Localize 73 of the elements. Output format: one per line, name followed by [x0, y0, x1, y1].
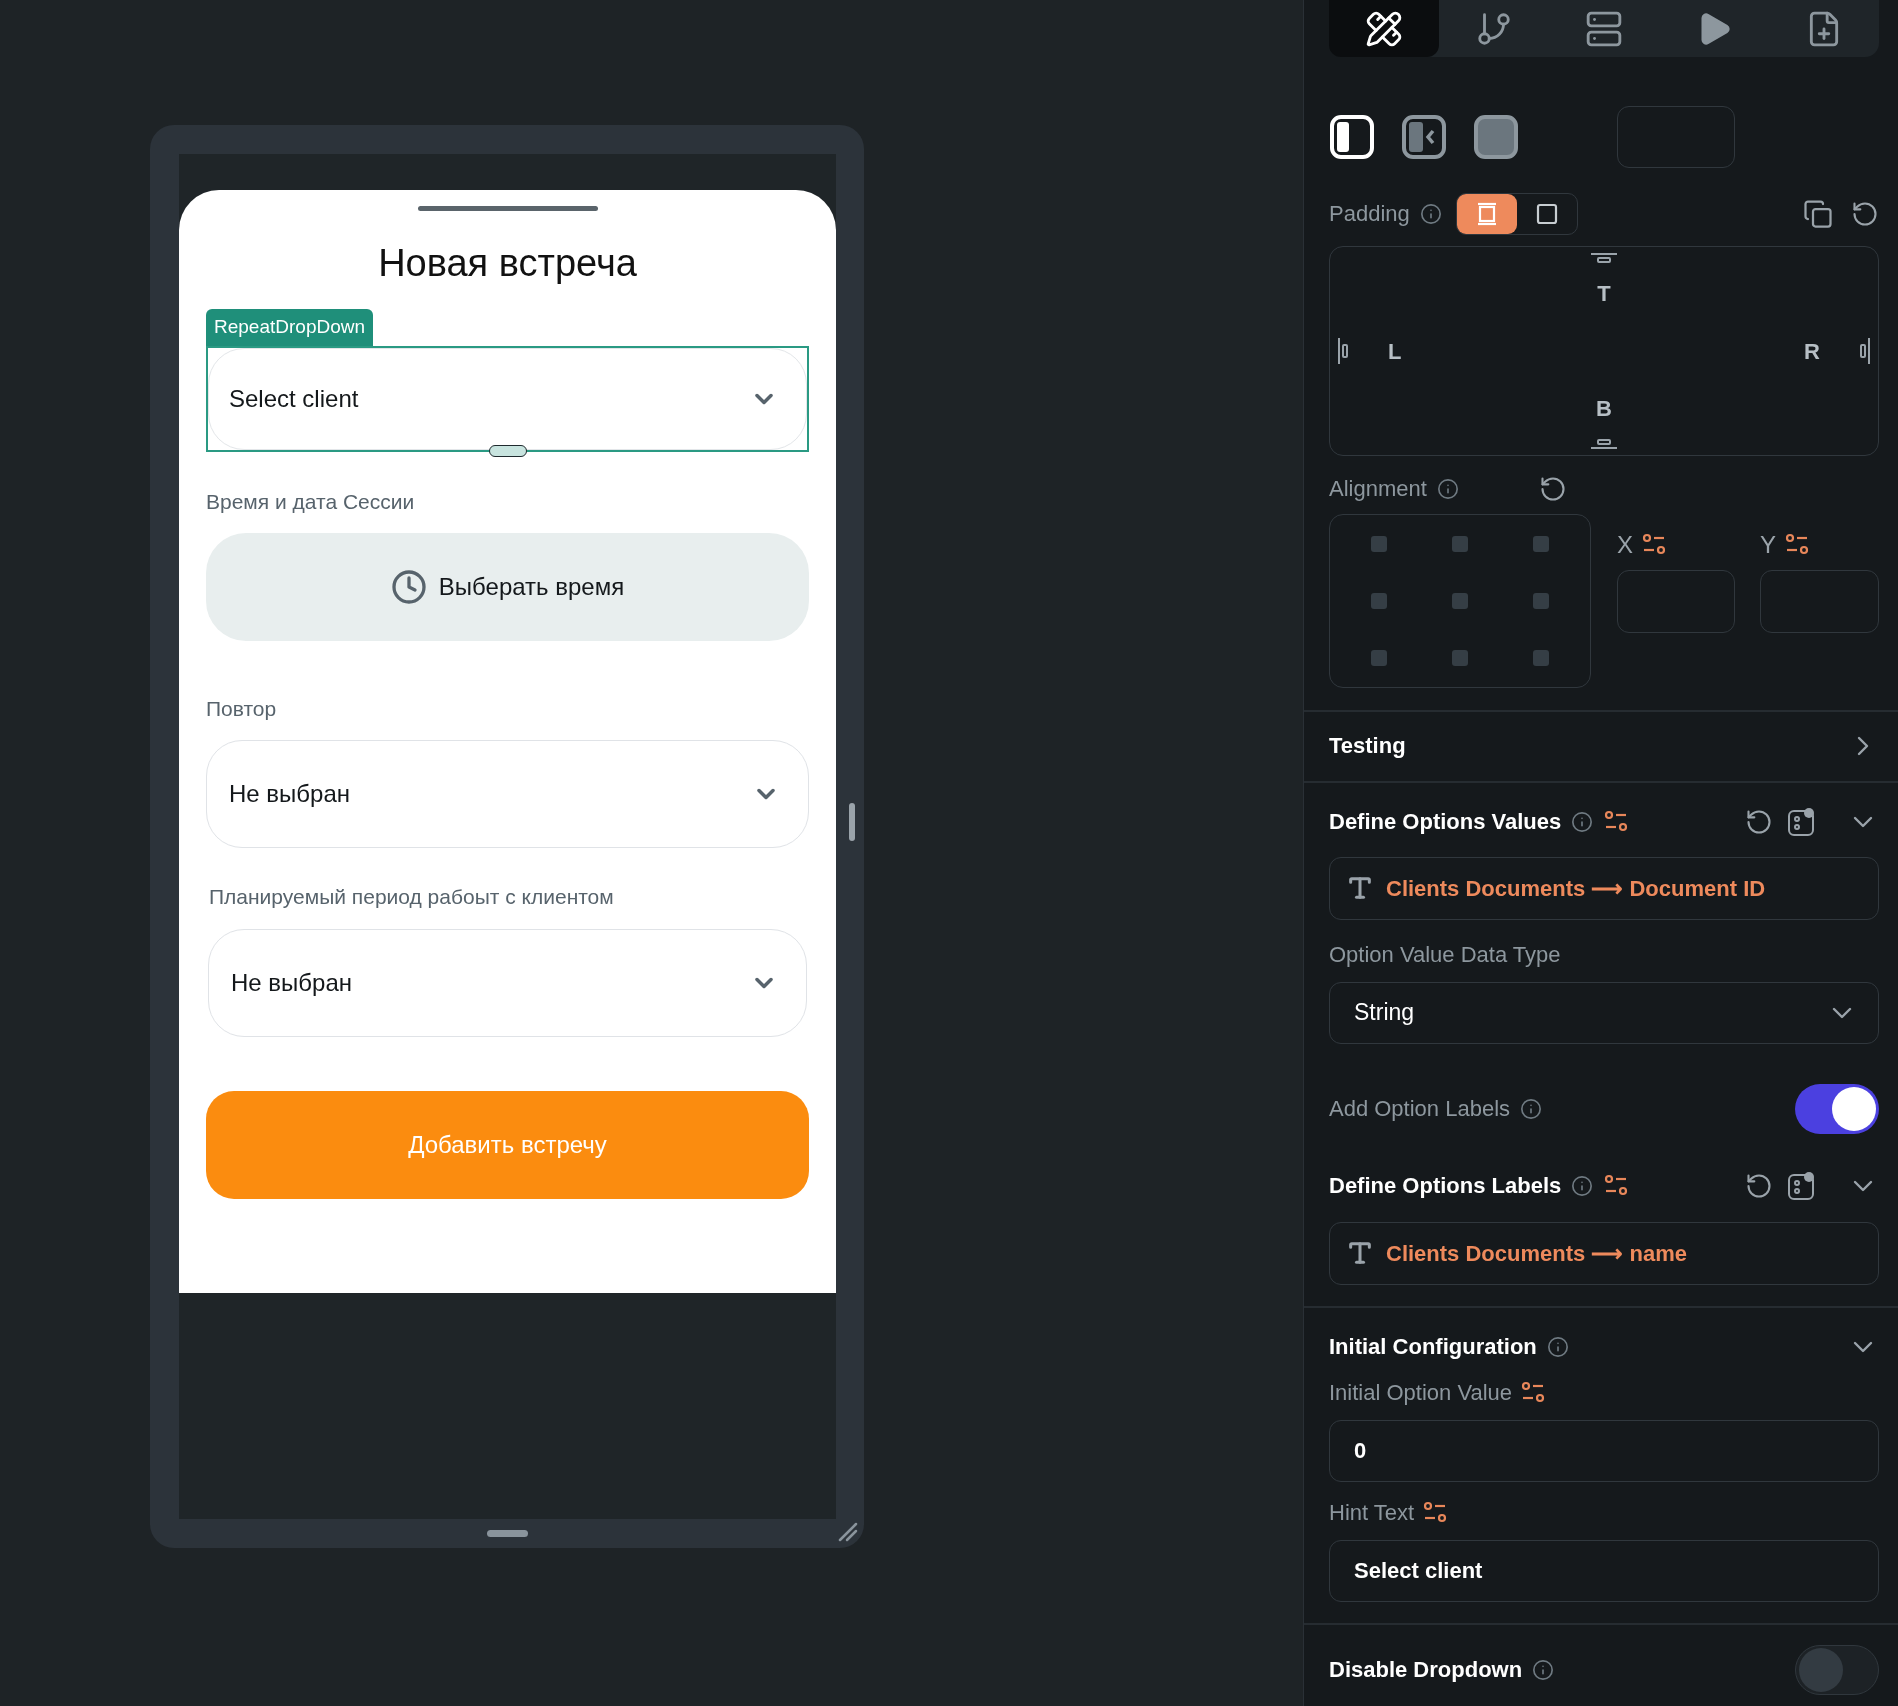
- top-padding-label: T: [1597, 280, 1611, 308]
- section-title[interactable]: Testing: [1329, 732, 1406, 761]
- section-label: Alignment: [1329, 475, 1427, 503]
- time-picker-button[interactable]: Выберать время: [206, 533, 809, 641]
- field-label: Время и дата Сессии: [206, 490, 416, 514]
- server-icon[interactable]: [1585, 9, 1623, 48]
- resize-corner-icon[interactable]: [838, 1522, 858, 1542]
- variable-icon[interactable]: [1520, 1380, 1547, 1405]
- info-icon[interactable]: [1520, 1097, 1543, 1120]
- setting-label: Add Option Labels: [1329, 1094, 1511, 1123]
- left-edge-icon: [1338, 338, 1348, 364]
- reset-icon[interactable]: [1538, 475, 1567, 503]
- axis-label: X: [1617, 530, 1633, 560]
- right-padding-label: R: [1804, 337, 1820, 366]
- reset-icon[interactable]: [1851, 200, 1879, 228]
- scrollbar-thumb[interactable]: [849, 803, 855, 841]
- section-title: Initial Configuration: [1329, 1332, 1537, 1361]
- toolbar-tab[interactable]: [1329, 0, 1439, 57]
- resize-handle[interactable]: [488, 445, 527, 457]
- data-type-select[interactable]: String: [1329, 981, 1879, 1044]
- widget-icon[interactable]: [1787, 1170, 1817, 1201]
- info-icon[interactable]: [1571, 810, 1594, 833]
- copy-icon[interactable]: [1803, 199, 1833, 229]
- info-icon[interactable]: [1532, 1658, 1555, 1681]
- input-field[interactable]: [1760, 570, 1879, 633]
- section-title: Define Options Values: [1329, 807, 1562, 836]
- field-label: Option Value Data Type: [1329, 940, 1562, 969]
- widget-icon[interactable]: [1787, 806, 1817, 837]
- input-field[interactable]: [1617, 106, 1735, 168]
- input-field[interactable]: 0: [1329, 1419, 1879, 1482]
- home-indicator[interactable]: [486, 1530, 528, 1537]
- info-icon[interactable]: [1419, 203, 1442, 225]
- variable-icon[interactable]: [1422, 1500, 1449, 1525]
- field-label: Повтор: [206, 697, 278, 721]
- sheet-handle[interactable]: [417, 206, 598, 211]
- input-field[interactable]: Clients Documents ⟶ name: [1329, 1221, 1879, 1285]
- square-icon: [1534, 202, 1559, 226]
- axis-label: Y: [1760, 530, 1776, 560]
- setting-label: Disable Dropdown: [1329, 1655, 1523, 1684]
- dropdown-placeholder: Select client: [229, 384, 359, 414]
- reset-icon[interactable]: [1745, 807, 1773, 836]
- info-icon[interactable]: [1546, 1335, 1569, 1358]
- top-edge-icon: [1591, 253, 1617, 263]
- field-label: Планируемый период рабоыт с клиентом: [209, 885, 615, 909]
- pencil-ruler-icon[interactable]: [1365, 9, 1403, 48]
- input-field[interactable]: [1617, 570, 1735, 633]
- widget-tag: RepeatDropDown: [206, 309, 374, 346]
- reset-icon[interactable]: [1745, 1171, 1773, 1200]
- field-label: Hint Text: [1329, 1498, 1415, 1527]
- layout-option-icon[interactable]: [1401, 114, 1447, 160]
- sheet-title: Новая встреча: [378, 241, 637, 285]
- repeat-dropdown[interactable]: Не выбран: [206, 740, 809, 848]
- right-edge-icon: [1860, 338, 1870, 364]
- period-dropdown[interactable]: Не выбран: [208, 929, 807, 1037]
- layout-option-icon[interactable]: [1473, 114, 1519, 160]
- variable-icon[interactable]: [1784, 533, 1810, 557]
- clock-icon: [390, 569, 427, 605]
- bottom-padding-label: B: [1596, 395, 1612, 423]
- section-title: Define Options Labels: [1329, 1171, 1562, 1200]
- info-icon[interactable]: [1571, 1174, 1594, 1197]
- input-field[interactable]: Select client: [1329, 1539, 1879, 1602]
- left-padding-label: L: [1388, 337, 1402, 366]
- padding-mode-option[interactable]: [1456, 194, 1517, 234]
- variable-icon[interactable]: [1603, 1173, 1630, 1198]
- toggle-switch[interactable]: [1795, 1083, 1879, 1134]
- bottom-edge-icon: [1591, 439, 1617, 449]
- info-icon[interactable]: [1436, 478, 1459, 500]
- variable-icon[interactable]: [1641, 533, 1667, 557]
- input-field[interactable]: Clients Documents ⟶ Document ID: [1329, 856, 1879, 920]
- variable-icon[interactable]: [1603, 809, 1630, 834]
- section-label: Padding: [1329, 200, 1410, 228]
- field-label: Initial Option Value: [1329, 1378, 1513, 1407]
- toggle-switch[interactable]: [1795, 1644, 1879, 1695]
